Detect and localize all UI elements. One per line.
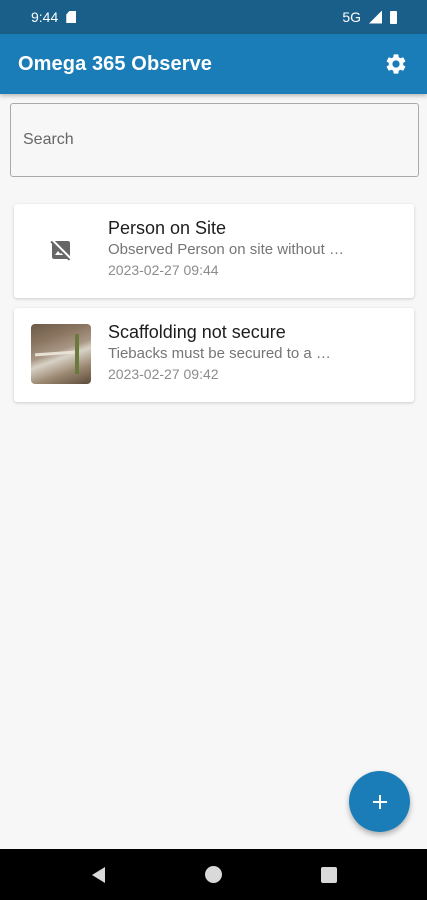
observation-title: Person on Site: [108, 218, 227, 238]
search-input[interactable]: [23, 131, 418, 149]
home-icon: [205, 866, 222, 883]
sd-card-icon: [66, 11, 77, 23]
observation-title: Scaffolding not secure: [108, 322, 286, 342]
battery-icon: [390, 10, 397, 24]
observation-card[interactable]: Scaffolding not secure Tiebacks must be …: [14, 308, 414, 402]
gear-icon: [386, 54, 406, 74]
observation-description: Tiebacks must be secured to a …: [108, 345, 331, 362]
settings-button[interactable]: [381, 49, 411, 79]
status-time: 9:44: [31, 9, 59, 25]
add-observation-button[interactable]: [349, 771, 410, 832]
system-nav-bar: [0, 849, 427, 900]
status-right: 5G: [342, 9, 397, 25]
observation-date: 2023-02-27 09:42: [108, 366, 219, 382]
photo-detail: [34, 350, 76, 357]
plus-icon: [372, 794, 387, 809]
observation-description: Observed Person on site without …: [108, 241, 344, 258]
app-title: Omega 365 Observe: [18, 52, 213, 75]
home-button[interactable]: [199, 860, 229, 890]
search-field[interactable]: [10, 103, 419, 177]
photo-detail: [75, 334, 79, 374]
network-type: 5G: [342, 9, 361, 25]
observation-date: 2023-02-27 09:44: [108, 262, 219, 278]
recents-button[interactable]: [314, 860, 344, 890]
observation-card[interactable]: Person on Site Observed Person on site w…: [14, 204, 414, 298]
recents-icon: [320, 866, 337, 883]
back-icon: [92, 866, 105, 883]
signal-icon: [369, 10, 382, 24]
status-left: 9:44: [31, 9, 77, 25]
status-bar: 9:44 5G: [0, 0, 427, 34]
observation-photo: [31, 324, 91, 384]
no-image-icon: [31, 220, 91, 280]
app-bar: Omega 365 Observe: [0, 34, 427, 94]
back-button[interactable]: [84, 860, 114, 890]
